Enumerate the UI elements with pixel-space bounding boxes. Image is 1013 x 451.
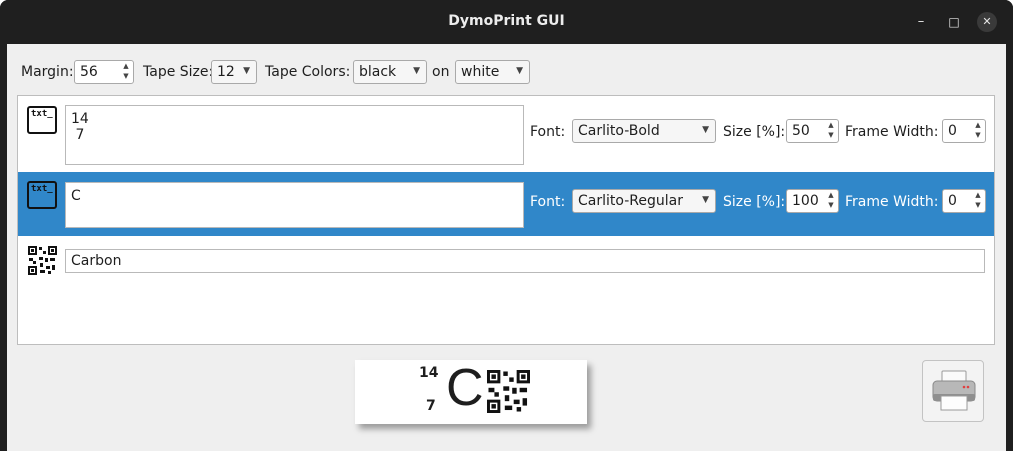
print-button[interactable]: [922, 360, 984, 422]
size-spinbox[interactable]: 50 ▲ ▼: [786, 119, 839, 143]
title-bar: DymoPrint GUI – □ ✕: [0, 0, 1013, 44]
font-combo[interactable]: Carlito-Regular ▼: [572, 189, 716, 213]
tape-size-value: 12: [217, 64, 235, 80]
size-value: 100: [792, 193, 819, 209]
chevron-down-icon: ▼: [243, 66, 250, 76]
tape-size-combo[interactable]: 12 ▼: [211, 60, 257, 84]
list-item-text[interactable]: txt_ 14 7 Font: Carlito-Bold ▼ Size [%]:…: [18, 96, 994, 172]
main-area: Margin: 56 ▲ ▼ Tape Size: 12 ▼ Tape Color…: [7, 44, 1006, 451]
text-item-icon: txt_: [27, 181, 57, 209]
row-text-field[interactable]: Carbon: [65, 249, 985, 273]
frame-width-spinbox[interactable]: 0 ▲ ▼: [942, 189, 986, 213]
frame-width-value: 0: [948, 193, 957, 209]
frame-width-value: 0: [948, 123, 957, 139]
font-value: Carlito-Regular: [578, 193, 683, 209]
font-combo[interactable]: Carlito-Bold ▼: [572, 119, 716, 143]
frame-width-label: Frame Width:: [845, 194, 939, 210]
font-value: Carlito-Bold: [578, 123, 660, 139]
size-value: 50: [792, 123, 810, 139]
spin-arrows-icon[interactable]: ▲ ▼: [971, 120, 985, 142]
tape-color-combo[interactable]: black ▼: [353, 60, 427, 84]
margin-value: 56: [80, 64, 98, 80]
chevron-down-icon: ▼: [413, 66, 420, 76]
qr-code-icon: [28, 246, 57, 275]
minimize-button[interactable]: –: [911, 12, 931, 32]
tape-size-label: Tape Size:: [143, 64, 214, 80]
window-title: DymoPrint GUI: [448, 13, 565, 29]
margin-label: Margin:: [21, 64, 74, 80]
tape-colors-label: Tape Colors:: [265, 64, 351, 80]
row-text-field[interactable]: C: [65, 182, 524, 228]
label-preview: 14 7 C: [355, 359, 587, 424]
row-text-field[interactable]: 14 7: [65, 105, 524, 165]
spin-arrows-icon[interactable]: ▲ ▼: [119, 61, 133, 83]
maximize-button[interactable]: □: [944, 12, 964, 32]
font-label: Font:: [530, 194, 566, 210]
tape-color-value: black: [359, 64, 397, 80]
close-button[interactable]: ✕: [977, 12, 997, 32]
label-rows-list[interactable]: txt_ 14 7 Font: Carlito-Bold ▼ Size [%]:…: [17, 95, 995, 345]
frame-width-spinbox[interactable]: 0 ▲ ▼: [942, 119, 986, 143]
size-label: Size [%]:: [723, 124, 786, 140]
size-label: Size [%]:: [723, 194, 786, 210]
chevron-down-icon: ▼: [516, 66, 523, 76]
printer-icon: [932, 370, 976, 411]
size-spinbox[interactable]: 100 ▲ ▼: [786, 189, 839, 213]
app-window: DymoPrint GUI – □ ✕ Margin: 56 ▲ ▼ Tape S…: [0, 0, 1013, 451]
list-item-qr[interactable]: Carbon: [18, 236, 994, 276]
spin-arrows-icon[interactable]: ▲ ▼: [824, 120, 838, 142]
background-color-combo[interactable]: white ▼: [455, 60, 530, 84]
chevron-down-icon: ▼: [702, 195, 709, 205]
chevron-down-icon: ▼: [702, 125, 709, 135]
spin-arrows-icon[interactable]: ▲ ▼: [824, 190, 838, 212]
preview-line-2: 7: [426, 398, 436, 414]
preview-big-text: C: [446, 359, 484, 417]
frame-width-label: Frame Width:: [845, 124, 939, 140]
preview-qr-code: [487, 370, 530, 413]
text-item-icon: txt_: [27, 106, 57, 134]
on-label: on: [432, 64, 450, 80]
list-item-text-selected[interactable]: txt_ C Font: Carlito-Regular ▼ Size [%]:…: [18, 172, 994, 236]
preview-line-1: 14: [419, 365, 439, 381]
margin-spinbox[interactable]: 56 ▲ ▼: [74, 60, 134, 84]
font-label: Font:: [530, 124, 566, 140]
spin-arrows-icon[interactable]: ▲ ▼: [971, 190, 985, 212]
background-color-value: white: [461, 64, 500, 80]
